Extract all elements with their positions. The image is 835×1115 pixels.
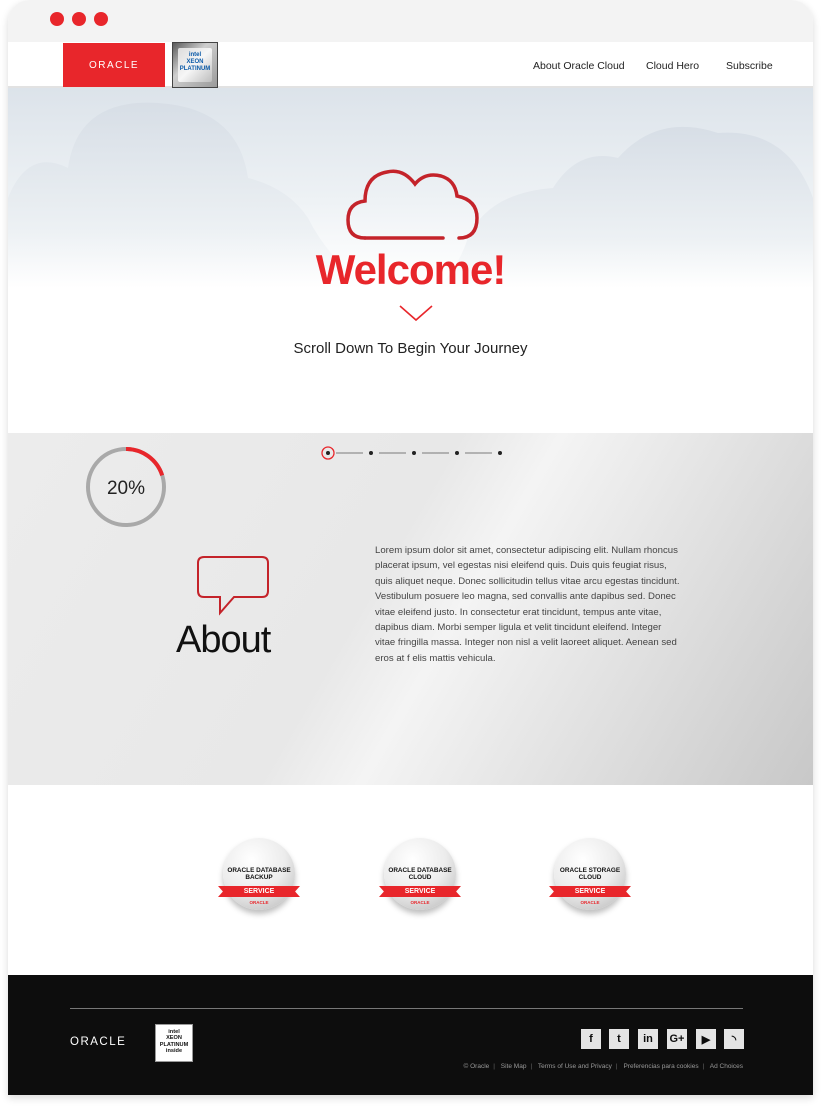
- badge-storage-cloud[interactable]: ORACLE STORAGE CLOUD SERVICE ORACLE: [549, 838, 631, 924]
- step-dot[interactable]: [412, 451, 416, 455]
- badge-brand: ORACLE: [580, 900, 600, 905]
- window-dot-red[interactable]: [72, 12, 86, 26]
- linkedin-icon[interactable]: in: [638, 1029, 658, 1049]
- rss-icon[interactable]: ◝: [724, 1029, 744, 1049]
- badge-database-cloud[interactable]: ORACLE DATABASE CLOUD SERVICE ORACLE: [379, 838, 461, 924]
- badge-ribbon: SERVICE: [218, 886, 300, 897]
- step-dot[interactable]: [326, 451, 330, 455]
- hero-subtitle: Scroll Down To Begin Your Journey: [293, 340, 528, 357]
- oracle-logo[interactable]: ORACLE: [63, 43, 165, 87]
- footer-link-cookies[interactable]: Preferencias para cookies: [623, 1063, 698, 1070]
- page-footer: ORACLE intel XEON PLATINUM inside f t in G+…: [8, 975, 813, 1095]
- facebook-icon[interactable]: f: [581, 1029, 601, 1049]
- window-dot-red[interactable]: [94, 12, 108, 26]
- about-section: 20% About Lorem ipsum dolor sit amet, co…: [8, 433, 813, 785]
- badge-database-backup[interactable]: ORACLE DATABASE BACKUP SERVICE ORACLE: [218, 838, 300, 924]
- footer-link-site-map[interactable]: Site Map: [501, 1063, 527, 1070]
- nav-link-about-oracle-cloud[interactable]: About Oracle Cloud: [533, 60, 625, 72]
- footer-divider: [70, 1008, 743, 1009]
- browser-window: ORACLE intel XEON PLATINUM About Oracle Cl…: [8, 0, 813, 1095]
- badge-title: ORACLE DATABASE CLOUD: [388, 867, 452, 881]
- youtube-icon[interactable]: ▶: [696, 1029, 716, 1049]
- badge-brand: ORACLE: [249, 900, 269, 905]
- top-navigation: ORACLE intel XEON PLATINUM About Oracle Cl…: [8, 42, 813, 88]
- about-body-text: Lorem ipsum dolor sit amet, consectetur …: [375, 545, 680, 664]
- step-indicator: [321, 446, 502, 460]
- badge-title: ORACLE DATABASE BACKUP: [227, 867, 291, 881]
- nav-link-subscribe[interactable]: Subscribe: [726, 60, 773, 72]
- footer-oracle-logo[interactable]: ORACLE: [70, 1036, 126, 1048]
- footer-link-terms[interactable]: Terms of Use and Privacy: [538, 1063, 612, 1070]
- badge-ribbon: SERVICE: [549, 886, 631, 897]
- intel-xeon-badge: intel XEON PLATINUM: [172, 42, 218, 88]
- hero-title: Welcome!: [315, 246, 507, 293]
- footer-intel-xeon-logo: intel XEON PLATINUM inside: [155, 1024, 193, 1062]
- step-dot[interactable]: [498, 451, 502, 455]
- badge-brand: ORACLE: [410, 900, 430, 905]
- progress-percentage: 20%: [106, 478, 146, 499]
- footer-link-ad-choices[interactable]: Ad Choices: [710, 1063, 743, 1070]
- cloud-outline-icon: [346, 169, 479, 240]
- step-dot[interactable]: [369, 451, 373, 455]
- services-badges: ORACLE DATABASE BACKUP SERVICE ORACLE OR…: [8, 785, 813, 975]
- badge-ribbon: SERVICE: [379, 886, 461, 897]
- about-title: About: [176, 619, 271, 661]
- intel-xeon-logo: intel XEON PLATINUM: [178, 48, 212, 82]
- hero-section: Welcome! Scroll Down To Begin Your Journ…: [8, 88, 813, 433]
- footer-links: © Oracle | Site Map | Terms of Use and Pri…: [463, 1063, 743, 1070]
- chevron-down-icon[interactable]: [398, 303, 434, 323]
- twitter-icon[interactable]: t: [609, 1029, 629, 1049]
- google-plus-icon[interactable]: G+: [667, 1029, 687, 1049]
- window-titlebar: [8, 0, 813, 42]
- badge-title: ORACLE STORAGE CLOUD: [559, 867, 621, 881]
- step-dot[interactable]: [455, 451, 459, 455]
- speech-bubble-icon: [197, 556, 269, 616]
- nav-link-cloud-hero[interactable]: Cloud Hero: [646, 60, 699, 72]
- window-dot-red[interactable]: [50, 12, 64, 26]
- footer-link-copyright[interactable]: © Oracle: [464, 1063, 490, 1070]
